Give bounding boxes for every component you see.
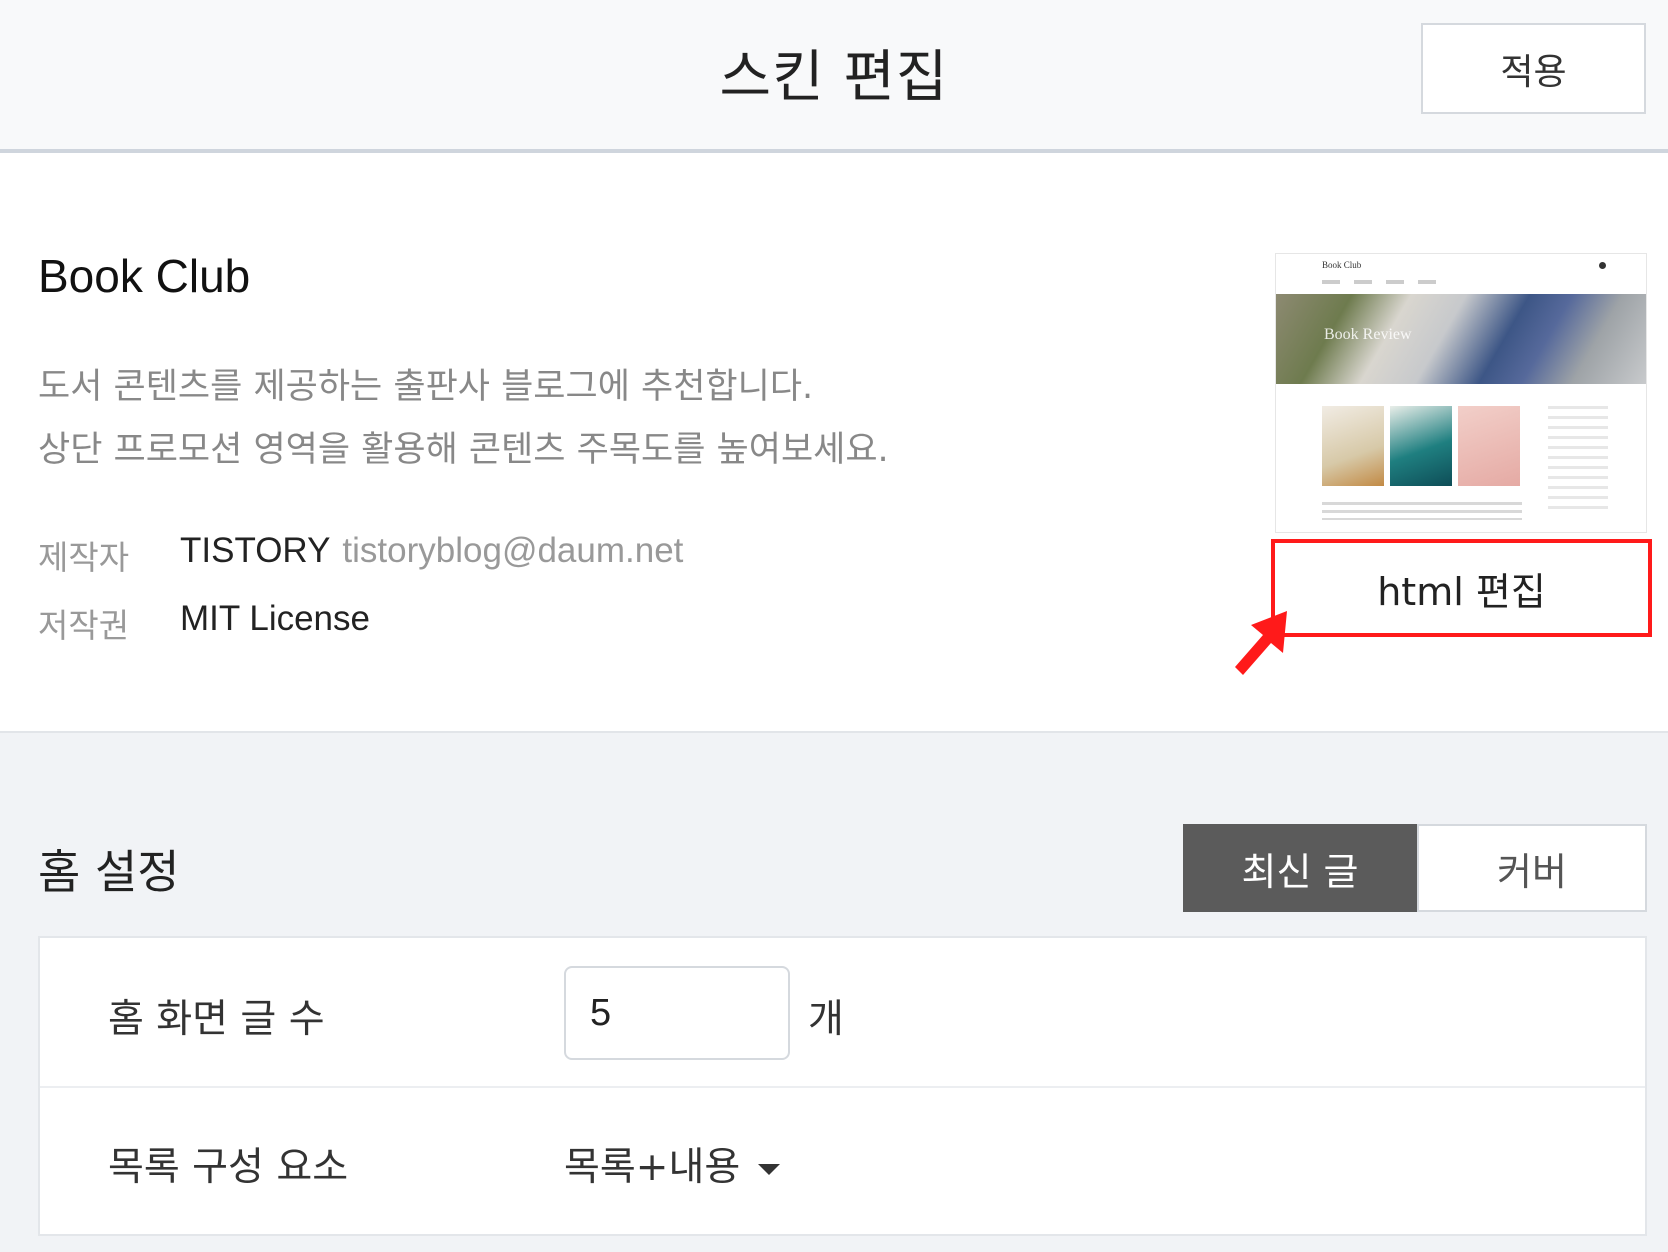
preview-sidebar — [1548, 406, 1608, 516]
caret-down-icon — [758, 1164, 781, 1175]
home-settings-panel: 홈 화면 글 수 5 개 목록 구성 요소 목록+내용 — [38, 936, 1647, 1236]
preview-card — [1322, 406, 1384, 486]
author-email: tistoryblog@daum.net — [342, 531, 684, 570]
preview-dot — [1599, 262, 1606, 269]
skin-preview-thumbnail: Book Club Book Review — [1275, 253, 1647, 533]
skin-name: Book Club — [38, 250, 251, 302]
skin-info-panel: Book Club 도서 콘텐츠를 제공하는 출판사 블로그에 추천합니다. 상… — [0, 153, 1668, 733]
top-bar: 스킨 편집 적용 — [0, 0, 1668, 153]
license-value: MIT License — [180, 599, 370, 638]
post-count-row: 홈 화면 글 수 5 개 — [40, 938, 1645, 1088]
author-label: 제작자 — [38, 538, 130, 577]
list-elements-select[interactable]: 목록+내용 — [564, 1136, 781, 1192]
list-elements-label: 목록 구성 요소 — [108, 1145, 349, 1190]
list-elements-value: 목록+내용 — [564, 1145, 741, 1190]
post-count-unit: 개 — [808, 997, 844, 1042]
preview-text-lines — [1322, 502, 1522, 520]
home-settings-title: 홈 설정 — [38, 845, 180, 899]
preview-card — [1390, 406, 1452, 486]
post-count-label: 홈 화면 글 수 — [108, 997, 325, 1042]
skin-description-line1: 도서 콘텐츠를 제공하는 출판사 블로그에 추천합니다. — [38, 367, 814, 407]
list-elements-row: 목록 구성 요소 목록+내용 — [40, 1086, 1645, 1234]
red-arrow-icon — [1235, 611, 1287, 675]
author-name: TISTORY — [180, 531, 331, 570]
preview-title: Book Club — [1322, 260, 1362, 270]
tab-latest-posts[interactable]: 최신 글 — [1183, 824, 1417, 912]
license-label: 저작권 — [38, 606, 130, 645]
page-title: 스킨 편집 — [719, 45, 949, 110]
preview-hero-text: Book Review — [1324, 326, 1412, 343]
preview-nav — [1322, 280, 1442, 284]
skin-description-line2: 상단 프로모션 영역을 활용해 콘텐츠 주목도를 높여보세요. — [38, 430, 889, 470]
author-value: TISTORY tistoryblog@daum.net — [180, 531, 683, 571]
tab-cover[interactable]: 커버 — [1417, 824, 1647, 912]
html-edit-button[interactable]: html 편집 — [1271, 539, 1652, 637]
preview-card — [1458, 406, 1520, 486]
apply-button[interactable]: 적용 — [1421, 23, 1646, 114]
post-count-input[interactable]: 5 — [564, 966, 790, 1060]
